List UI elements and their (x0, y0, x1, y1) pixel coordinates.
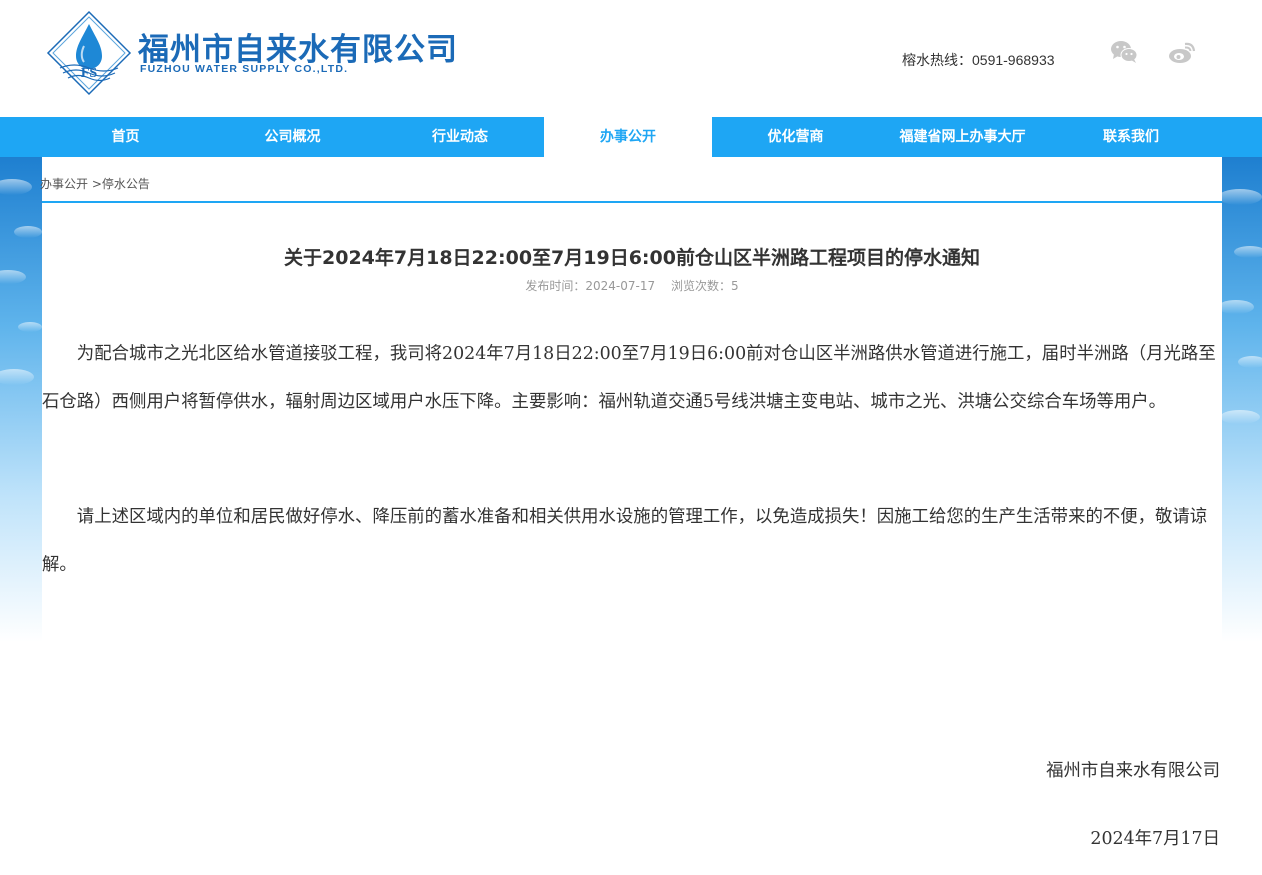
nav-item-industry-news[interactable]: 行业动态 (376, 117, 544, 157)
nav-item-company-overview[interactable]: 公司概况 (209, 117, 376, 157)
views-value: 5 (730, 279, 739, 293)
logo-mark-text: FS (81, 66, 98, 81)
nav-item-affairs-public[interactable]: 办事公开 (544, 117, 712, 157)
breadcrumb-divider (42, 201, 1222, 203)
article-paragraph-1: 为配合城市之光北区给水管道接驳工程，我司将2024年7月18日22:00至7月1… (42, 344, 1216, 412)
breadcrumb: 办事公开 >停水公告 (40, 175, 150, 192)
nav-item-business-environment[interactable]: 优化营商 (712, 117, 879, 157)
weibo-icon[interactable] (1167, 38, 1197, 66)
wechat-icon[interactable] (1109, 38, 1139, 66)
nav-item-fujian-online-hall[interactable]: 福建省网上办事大厅 (879, 117, 1046, 157)
hotline-number: 0591-968933 (972, 52, 1055, 68)
signature-date: 2024年7月17日 (1090, 829, 1220, 849)
publish-time: 发布时间：2024-07-17 (525, 279, 655, 293)
nav-item-contact-us[interactable]: 联系我们 (1046, 117, 1216, 157)
main-nav: 首页 公司概况 行业动态 办事公开 优化营商 福建省网上办事大厅 联系我们 (0, 117, 1262, 157)
nav-item-home[interactable]: 首页 (42, 117, 209, 157)
company-logo[interactable]: FS 福州市自来水有限公司 FUZHOU WATER SUPPLY CO.,LT… (46, 10, 457, 96)
article-meta: 发布时间：2024-07-17 浏览次数：5 (42, 277, 1222, 294)
article-paragraph-2: 请上述区域内的单位和居民做好停水、降压前的蓄水准备和相关供用水设施的管理工作，以… (42, 507, 1208, 575)
breadcrumb-separator: > (91, 177, 102, 191)
view-count: 浏览次数：5 (671, 279, 739, 293)
water-drop-logo-icon: FS (46, 10, 132, 96)
site-header: FS 福州市自来水有限公司 FUZHOU WATER SUPPLY CO.,LT… (0, 0, 1262, 117)
publish-label: 发布时间： (525, 279, 586, 293)
signature-organization: 福州市自来水有限公司 (1046, 761, 1220, 781)
views-label: 浏览次数： (670, 279, 731, 293)
article-title: 关于2024年7月18日22:00至7月19日6:00前仓山区半洲路工程项目的停… (284, 247, 980, 269)
publish-date: 2024-07-17 (585, 279, 656, 293)
logo-company-name-en: FUZHOU WATER SUPPLY CO.,LTD. (140, 63, 349, 75)
service-hotline: 榕水热线：0591-968933 (902, 50, 1055, 70)
breadcrumb-parent-link[interactable]: 办事公开 (40, 177, 88, 191)
breadcrumb-current[interactable]: 停水公告 (102, 177, 150, 191)
hotline-label: 榕水热线： (902, 52, 972, 68)
